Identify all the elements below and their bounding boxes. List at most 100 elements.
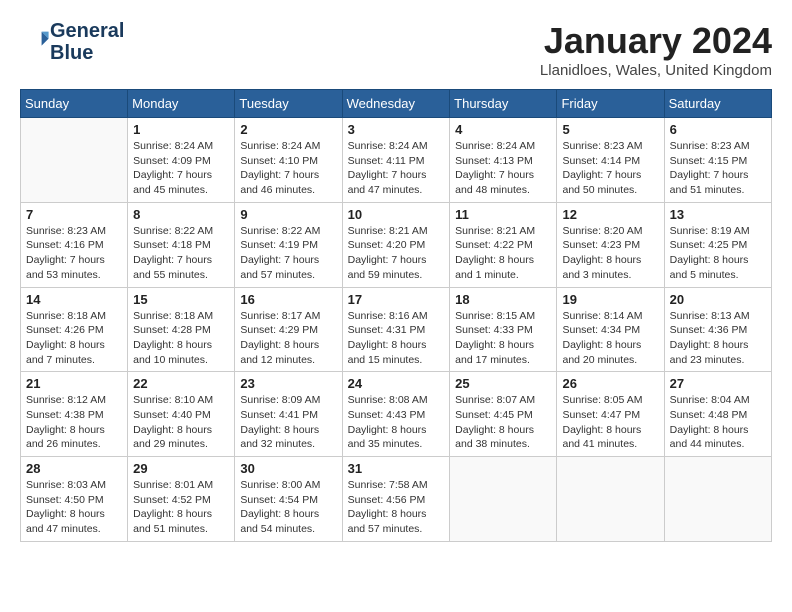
day-number: 7 bbox=[26, 207, 122, 222]
calendar-cell: 14 Sunrise: 8:18 AM Sunset: 4:26 PM Dayli… bbox=[21, 287, 128, 372]
day-number: 23 bbox=[240, 376, 336, 391]
calendar-cell: 1Sunrise: 8:24 AM Sunset: 4:09 PM Daylig… bbox=[128, 118, 235, 203]
day-number: 4 bbox=[455, 122, 551, 137]
day-info: Sunrise: 8:04 AM Sunset: 4:48 PM Dayligh… bbox=[670, 393, 766, 452]
calendar-cell: 22 Sunrise: 8:10 AM Sunset: 4:40 PM Dayli… bbox=[128, 372, 235, 457]
day-number: 2 bbox=[240, 122, 336, 137]
day-number: 9 bbox=[240, 207, 336, 222]
day-info: Sunrise: 8:01 AM Sunset: 4:52 PM Dayligh… bbox=[133, 478, 229, 537]
week-row-2: 7 Sunrise: 8:23 AM Sunset: 4:16 PM Daylig… bbox=[21, 202, 772, 287]
calendar-cell: 4 Sunrise: 8:24 AM Sunset: 4:13 PM Daylig… bbox=[450, 118, 557, 203]
day-info: Sunrise: 8:24 AM Sunset: 4:10 PM Dayligh… bbox=[240, 139, 336, 198]
day-number: 16 bbox=[240, 292, 336, 307]
day-number: 3 bbox=[348, 122, 445, 137]
calendar-cell bbox=[557, 457, 664, 542]
calendar-cell: 2 Sunrise: 8:24 AM Sunset: 4:10 PM Daylig… bbox=[235, 118, 342, 203]
calendar-cell: 29Sunrise: 8:01 AM Sunset: 4:52 PM Dayli… bbox=[128, 457, 235, 542]
day-number: 22 bbox=[133, 376, 229, 391]
column-header-thursday: Thursday bbox=[450, 90, 557, 118]
logo-icon bbox=[22, 26, 50, 54]
day-info: Sunrise: 8:23 AM Sunset: 4:16 PM Dayligh… bbox=[26, 224, 122, 283]
day-info: Sunrise: 8:03 AM Sunset: 4:50 PM Dayligh… bbox=[26, 478, 122, 537]
day-number: 13 bbox=[670, 207, 766, 222]
day-info: Sunrise: 8:19 AM Sunset: 4:25 PM Dayligh… bbox=[670, 224, 766, 283]
location: Llanidloes, Wales, United Kingdom bbox=[540, 62, 772, 79]
calendar-cell: 6Sunrise: 8:23 AM Sunset: 4:15 PM Daylig… bbox=[664, 118, 771, 203]
day-info: Sunrise: 8:16 AM Sunset: 4:31 PM Dayligh… bbox=[348, 309, 445, 368]
calendar-cell: 16Sunrise: 8:17 AM Sunset: 4:29 PM Dayli… bbox=[235, 287, 342, 372]
day-info: Sunrise: 8:00 AM Sunset: 4:54 PM Dayligh… bbox=[240, 478, 336, 537]
day-number: 1 bbox=[133, 122, 229, 137]
calendar-cell: 18Sunrise: 8:15 AM Sunset: 4:33 PM Dayli… bbox=[450, 287, 557, 372]
day-info: Sunrise: 8:24 AM Sunset: 4:11 PM Dayligh… bbox=[348, 139, 445, 198]
calendar-table: SundayMondayTuesdayWednesdayThursdayFrid… bbox=[20, 89, 772, 542]
calendar-cell: 24Sunrise: 8:08 AM Sunset: 4:43 PM Dayli… bbox=[342, 372, 450, 457]
day-info: Sunrise: 8:20 AM Sunset: 4:23 PM Dayligh… bbox=[562, 224, 658, 283]
day-info: Sunrise: 8:10 AM Sunset: 4:40 PM Dayligh… bbox=[133, 393, 229, 452]
calendar-cell: 13 Sunrise: 8:19 AM Sunset: 4:25 PM Dayli… bbox=[664, 202, 771, 287]
column-header-tuesday: Tuesday bbox=[235, 90, 342, 118]
day-info: Sunrise: 7:58 AM Sunset: 4:56 PM Dayligh… bbox=[348, 478, 445, 537]
day-info: Sunrise: 8:23 AM Sunset: 4:14 PM Dayligh… bbox=[562, 139, 658, 198]
calendar-header-row: SundayMondayTuesdayWednesdayThursdayFrid… bbox=[21, 90, 772, 118]
calendar-cell: 3 Sunrise: 8:24 AM Sunset: 4:11 PM Daylig… bbox=[342, 118, 450, 203]
calendar-cell bbox=[21, 118, 128, 203]
logo: General Blue bbox=[20, 20, 124, 64]
month-title: January 2024 bbox=[540, 20, 772, 62]
day-info: Sunrise: 8:07 AM Sunset: 4:45 PM Dayligh… bbox=[455, 393, 551, 452]
day-number: 26 bbox=[562, 376, 658, 391]
calendar-cell: 15 Sunrise: 8:18 AM Sunset: 4:28 PM Dayli… bbox=[128, 287, 235, 372]
column-header-wednesday: Wednesday bbox=[342, 90, 450, 118]
day-number: 10 bbox=[348, 207, 445, 222]
calendar-cell: 23 Sunrise: 8:09 AM Sunset: 4:41 PM Dayli… bbox=[235, 372, 342, 457]
calendar-cell: 11Sunrise: 8:21 AM Sunset: 4:22 PM Dayli… bbox=[450, 202, 557, 287]
column-header-monday: Monday bbox=[128, 90, 235, 118]
day-number: 18 bbox=[455, 292, 551, 307]
day-info: Sunrise: 8:24 AM Sunset: 4:13 PM Dayligh… bbox=[455, 139, 551, 198]
day-info: Sunrise: 8:23 AM Sunset: 4:15 PM Dayligh… bbox=[670, 139, 766, 198]
day-number: 11 bbox=[455, 207, 551, 222]
day-info: Sunrise: 8:14 AM Sunset: 4:34 PM Dayligh… bbox=[562, 309, 658, 368]
day-number: 8 bbox=[133, 207, 229, 222]
day-info: Sunrise: 8:18 AM Sunset: 4:28 PM Dayligh… bbox=[133, 309, 229, 368]
calendar-cell: 7 Sunrise: 8:23 AM Sunset: 4:16 PM Daylig… bbox=[21, 202, 128, 287]
day-info: Sunrise: 8:21 AM Sunset: 4:20 PM Dayligh… bbox=[348, 224, 445, 283]
calendar-cell: 26 Sunrise: 8:05 AM Sunset: 4:47 PM Dayli… bbox=[557, 372, 664, 457]
day-number: 12 bbox=[562, 207, 658, 222]
calendar-cell: 12 Sunrise: 8:20 AM Sunset: 4:23 PM Dayli… bbox=[557, 202, 664, 287]
calendar-cell bbox=[664, 457, 771, 542]
day-number: 17 bbox=[348, 292, 445, 307]
page-header: General Blue January 2024 Llanidloes, Wa… bbox=[20, 20, 772, 79]
calendar-cell: 8 Sunrise: 8:22 AM Sunset: 4:18 PM Daylig… bbox=[128, 202, 235, 287]
day-info: Sunrise: 8:12 AM Sunset: 4:38 PM Dayligh… bbox=[26, 393, 122, 452]
calendar-cell: 28 Sunrise: 8:03 AM Sunset: 4:50 PM Dayli… bbox=[21, 457, 128, 542]
calendar-cell: 30 Sunrise: 8:00 AM Sunset: 4:54 PM Dayli… bbox=[235, 457, 342, 542]
calendar-cell: 10 Sunrise: 8:21 AM Sunset: 4:20 PM Dayli… bbox=[342, 202, 450, 287]
day-number: 19 bbox=[562, 292, 658, 307]
day-number: 21 bbox=[26, 376, 122, 391]
day-info: Sunrise: 8:22 AM Sunset: 4:18 PM Dayligh… bbox=[133, 224, 229, 283]
calendar-cell: 17 Sunrise: 8:16 AM Sunset: 4:31 PM Dayli… bbox=[342, 287, 450, 372]
week-row-1: 1Sunrise: 8:24 AM Sunset: 4:09 PM Daylig… bbox=[21, 118, 772, 203]
day-number: 28 bbox=[26, 461, 122, 476]
calendar-cell: 5Sunrise: 8:23 AM Sunset: 4:14 PM Daylig… bbox=[557, 118, 664, 203]
calendar-cell: 25Sunrise: 8:07 AM Sunset: 4:45 PM Dayli… bbox=[450, 372, 557, 457]
day-number: 14 bbox=[26, 292, 122, 307]
day-number: 30 bbox=[240, 461, 336, 476]
logo-text: General Blue bbox=[50, 20, 124, 64]
day-number: 31 bbox=[348, 461, 445, 476]
calendar-cell bbox=[450, 457, 557, 542]
day-info: Sunrise: 8:05 AM Sunset: 4:47 PM Dayligh… bbox=[562, 393, 658, 452]
day-number: 15 bbox=[133, 292, 229, 307]
calendar-cell: 19 Sunrise: 8:14 AM Sunset: 4:34 PM Dayli… bbox=[557, 287, 664, 372]
column-header-friday: Friday bbox=[557, 90, 664, 118]
day-number: 20 bbox=[670, 292, 766, 307]
calendar-cell: 31 Sunrise: 7:58 AM Sunset: 4:56 PM Dayli… bbox=[342, 457, 450, 542]
day-info: Sunrise: 8:09 AM Sunset: 4:41 PM Dayligh… bbox=[240, 393, 336, 452]
day-info: Sunrise: 8:18 AM Sunset: 4:26 PM Dayligh… bbox=[26, 309, 122, 368]
calendar-cell: 27Sunrise: 8:04 AM Sunset: 4:48 PM Dayli… bbox=[664, 372, 771, 457]
column-header-sunday: Sunday bbox=[21, 90, 128, 118]
day-info: Sunrise: 8:08 AM Sunset: 4:43 PM Dayligh… bbox=[348, 393, 445, 452]
week-row-4: 21 Sunrise: 8:12 AM Sunset: 4:38 PM Dayli… bbox=[21, 372, 772, 457]
calendar-cell: 21 Sunrise: 8:12 AM Sunset: 4:38 PM Dayli… bbox=[21, 372, 128, 457]
